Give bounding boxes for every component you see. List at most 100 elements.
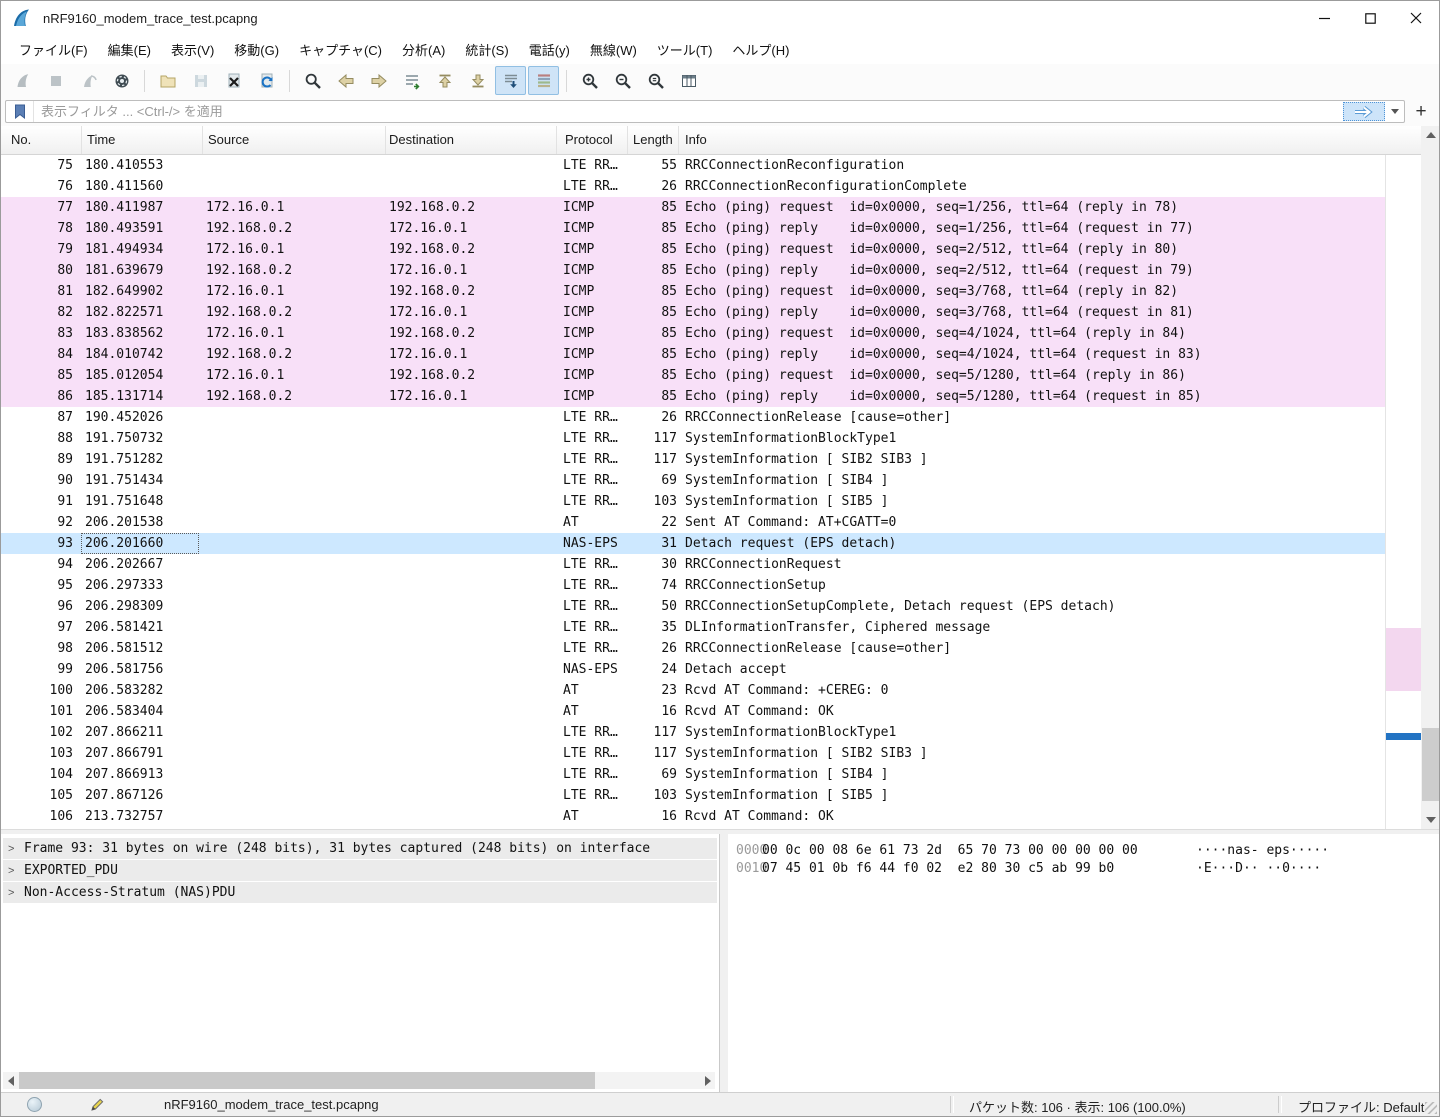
packet-row-99[interactable]: 99206.581756NAS-EPS24Detach accept [1, 659, 1385, 680]
filter-bookmark-button[interactable] [6, 101, 34, 122]
packet-list-vscrollbar[interactable] [1421, 126, 1440, 829]
scroll-left-button[interactable] [3, 1072, 18, 1089]
reload-file-button[interactable] [251, 66, 282, 95]
detail-hscrollbar[interactable] [3, 1072, 715, 1089]
add-filter-button[interactable]: + [1409, 100, 1433, 123]
packet-row-105[interactable]: 105207.867126LTE RR…103SystemInformation… [1, 785, 1385, 806]
packet-row-75[interactable]: 75180.410553LTE RR…55RRCConnectionReconf… [1, 155, 1385, 176]
packet-row-76[interactable]: 76180.411560LTE RR…26RRCConnectionReconf… [1, 176, 1385, 197]
filter-apply-button[interactable] [1343, 102, 1385, 121]
stop-capture-button[interactable] [40, 66, 71, 95]
filter-dropdown-button[interactable] [1386, 101, 1404, 122]
packet-row-87[interactable]: 87190.452026LTE RR…26RRCConnectionReleas… [1, 407, 1385, 428]
resize-columns-button[interactable] [673, 66, 704, 95]
menu-item-2[interactable]: 編集(E) [98, 35, 161, 64]
go-first-packet-button[interactable] [429, 66, 460, 95]
column-header-proto[interactable]: Protocol [557, 126, 628, 154]
packet-row-85[interactable]: 85185.012054172.16.0.1192.168.0.2ICMP85E… [1, 365, 1385, 386]
packet-row-92[interactable]: 92206.201538AT22Sent AT Command: AT+CGAT… [1, 512, 1385, 533]
packet-row-77[interactable]: 77180.411987172.16.0.1192.168.0.2ICMP85E… [1, 197, 1385, 218]
packet-row-82[interactable]: 82182.822571192.168.0.2172.16.0.1ICMP85E… [1, 302, 1385, 323]
packet-row-102[interactable]: 102207.866211LTE RR…117SystemInformation… [1, 722, 1385, 743]
go-to-packet-button[interactable] [396, 66, 427, 95]
packet-row-88[interactable]: 88191.750732LTE RR…117SystemInformationB… [1, 428, 1385, 449]
scroll-up-button[interactable] [1421, 126, 1440, 144]
display-filter-input[interactable] [34, 104, 1343, 119]
zoom-original-button[interactable] [640, 66, 671, 95]
scroll-down-button[interactable] [1421, 811, 1440, 829]
menu-item-10[interactable]: ツール(T) [647, 35, 723, 64]
packet-row-78[interactable]: 78180.493591192.168.0.2172.16.0.1ICMP85E… [1, 218, 1385, 239]
packet-row-86[interactable]: 86185.131714192.168.0.2172.16.0.1ICMP85E… [1, 386, 1385, 407]
capture-options-button[interactable] [106, 66, 137, 95]
close-file-button[interactable] [218, 66, 249, 95]
detail-row-3[interactable]: >Non-Access-Stratum (NAS)PDU [3, 882, 717, 903]
go-back-button[interactable] [330, 66, 361, 95]
packet-row-100[interactable]: 100206.583282AT23Rcvd AT Command: +CEREG… [1, 680, 1385, 701]
menu-item-5[interactable]: キャプチャ(C) [289, 35, 392, 64]
open-file-button[interactable] [152, 66, 183, 95]
column-header-no[interactable]: No. [1, 126, 82, 154]
packet-row-80[interactable]: 80181.639679192.168.0.2172.16.0.1ICMP85E… [1, 260, 1385, 281]
detail-row-1[interactable]: >Frame 93: 31 bytes on wire (248 bits), … [3, 838, 717, 859]
menu-item-4[interactable]: 移動(G) [224, 35, 289, 64]
go-forward-button[interactable] [363, 66, 394, 95]
column-header-time[interactable]: Time [82, 126, 203, 154]
menu-item-11[interactable]: ヘルプ(H) [722, 35, 799, 64]
packet-row-101[interactable]: 101206.583404AT16Rcvd AT Command: OK [1, 701, 1385, 722]
detail-row-2[interactable]: >EXPORTED_PDU [3, 860, 717, 881]
column-header-info[interactable]: Info [679, 126, 1421, 154]
vscrollbar-thumb[interactable] [1422, 728, 1440, 801]
column-header-len[interactable]: Length [628, 126, 679, 154]
expand-chevron-icon[interactable]: > [3, 883, 24, 903]
packet-row-97[interactable]: 97206.581421LTE RR…35DLInformationTransf… [1, 617, 1385, 638]
zoom-out-button[interactable] [607, 66, 638, 95]
menu-item-1[interactable]: ファイル(F) [9, 35, 98, 64]
hex-row-0000[interactable]: 000000 0c 00 08 6e 61 73 2d 65 70 73 00 … [728, 842, 1439, 860]
packet-row-89[interactable]: 89191.751282LTE RR…117SystemInformation … [1, 449, 1385, 470]
packet-row-104[interactable]: 104207.866913LTE RR…69SystemInformation … [1, 764, 1385, 785]
packet-row-90[interactable]: 90191.751434LTE RR…69SystemInformation [… [1, 470, 1385, 491]
packet-row-79[interactable]: 79181.494934172.16.0.1192.168.0.2ICMP85E… [1, 239, 1385, 260]
expand-chevron-icon[interactable]: > [3, 861, 24, 881]
expert-info-button[interactable] [27, 1097, 42, 1112]
find-packet-button[interactable] [297, 66, 328, 95]
packet-row-95[interactable]: 95206.297333LTE RR…74RRCConnectionSetup [1, 575, 1385, 596]
menu-item-7[interactable]: 統計(S) [455, 35, 518, 64]
packet-row-84[interactable]: 84184.010742192.168.0.2172.16.0.1ICMP85E… [1, 344, 1385, 365]
hscrollbar-thumb[interactable] [19, 1072, 595, 1089]
packet-row-94[interactable]: 94206.202667LTE RR…30RRCConnectionReques… [1, 554, 1385, 575]
packet-row-106[interactable]: 106213.732757AT16Rcvd AT Command: OK [1, 806, 1385, 827]
packet-row-96[interactable]: 96206.298309LTE RR…50RRCConnectionSetupC… [1, 596, 1385, 617]
start-capture-button[interactable] [7, 66, 38, 95]
packet-row-103[interactable]: 103207.866791LTE RR…117SystemInformation… [1, 743, 1385, 764]
pane-splitter-vertical[interactable] [720, 834, 728, 1094]
menu-item-8[interactable]: 電話(y) [519, 35, 580, 64]
minimize-button[interactable] [1301, 1, 1347, 35]
packet-row-93[interactable]: 93206.201660NAS-EPS31Detach request (EPS… [1, 533, 1385, 554]
capture-comment-button[interactable] [89, 1096, 105, 1116]
column-header-dst[interactable]: Destination [386, 126, 557, 154]
maximize-button[interactable] [1347, 1, 1393, 35]
auto-scroll-button[interactable] [495, 66, 526, 95]
packet-row-83[interactable]: 83183.838562172.16.0.1192.168.0.2ICMP85E… [1, 323, 1385, 344]
zoom-in-button[interactable] [574, 66, 605, 95]
status-profile[interactable]: プロファイル: Default [1298, 1097, 1424, 1116]
restart-capture-button[interactable] [73, 66, 104, 95]
menu-item-6[interactable]: 分析(A) [392, 35, 455, 64]
go-last-packet-button[interactable] [462, 66, 493, 95]
packet-row-98[interactable]: 98206.581512LTE RR…26RRCConnectionReleas… [1, 638, 1385, 659]
close-button[interactable] [1393, 1, 1439, 35]
resize-grip[interactable] [1425, 1102, 1437, 1114]
menu-item-3[interactable]: 表示(V) [161, 35, 224, 64]
save-file-button[interactable] [185, 66, 216, 95]
packet-row-81[interactable]: 81182.649902172.16.0.1192.168.0.2ICMP85E… [1, 281, 1385, 302]
scroll-right-button[interactable] [700, 1072, 715, 1089]
menu-item-9[interactable]: 無線(W) [580, 35, 647, 64]
column-header-src[interactable]: Source [203, 126, 386, 154]
expand-chevron-icon[interactable]: > [3, 839, 24, 859]
packet-list-minimap[interactable] [1385, 155, 1421, 829]
colorize-button[interactable] [528, 66, 559, 95]
hex-row-0010[interactable]: 001007 45 01 0b f6 44 f0 02 e2 80 30 c5 … [728, 860, 1439, 878]
packet-row-91[interactable]: 91191.751648LTE RR…103SystemInformation … [1, 491, 1385, 512]
